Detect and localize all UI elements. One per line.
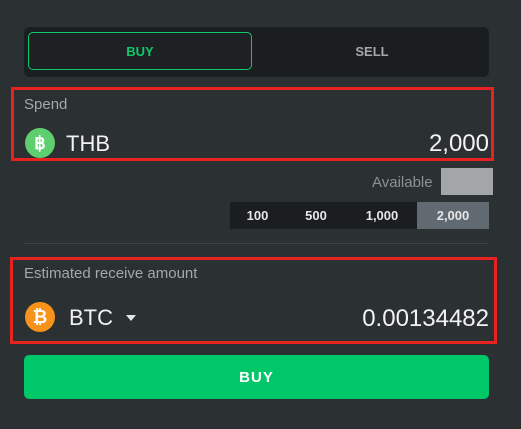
preset-100-button[interactable]: 100 <box>230 202 285 229</box>
receive-currency-select[interactable]: BTC <box>69 305 113 331</box>
receive-amount: 0.00134482 <box>362 305 489 332</box>
available-balance-redacted <box>441 168 493 195</box>
tab-buy[interactable]: BUY <box>28 32 252 70</box>
btc-coin-icon: ₿ <box>25 302 55 332</box>
spend-amount-input[interactable]: 2,000 <box>429 130 489 158</box>
preset-500-button[interactable]: 500 <box>285 202 347 229</box>
chevron-down-icon[interactable] <box>126 315 136 321</box>
receive-label: Estimated receive amount <box>24 265 198 282</box>
available-label: Available <box>372 174 433 191</box>
thb-coin-icon: ฿ <box>25 128 55 158</box>
preset-2000-button[interactable]: 2,000 <box>417 202 489 229</box>
preset-amounts: 100 500 1,000 2,000 <box>230 202 489 229</box>
buy-button[interactable]: BUY <box>24 355 489 399</box>
spend-currency: THB <box>66 131 110 156</box>
divider <box>24 243 489 244</box>
tab-sell[interactable]: SELL <box>258 32 486 70</box>
spend-label: Spend <box>24 96 68 113</box>
preset-1000-button[interactable]: 1,000 <box>347 202 417 229</box>
